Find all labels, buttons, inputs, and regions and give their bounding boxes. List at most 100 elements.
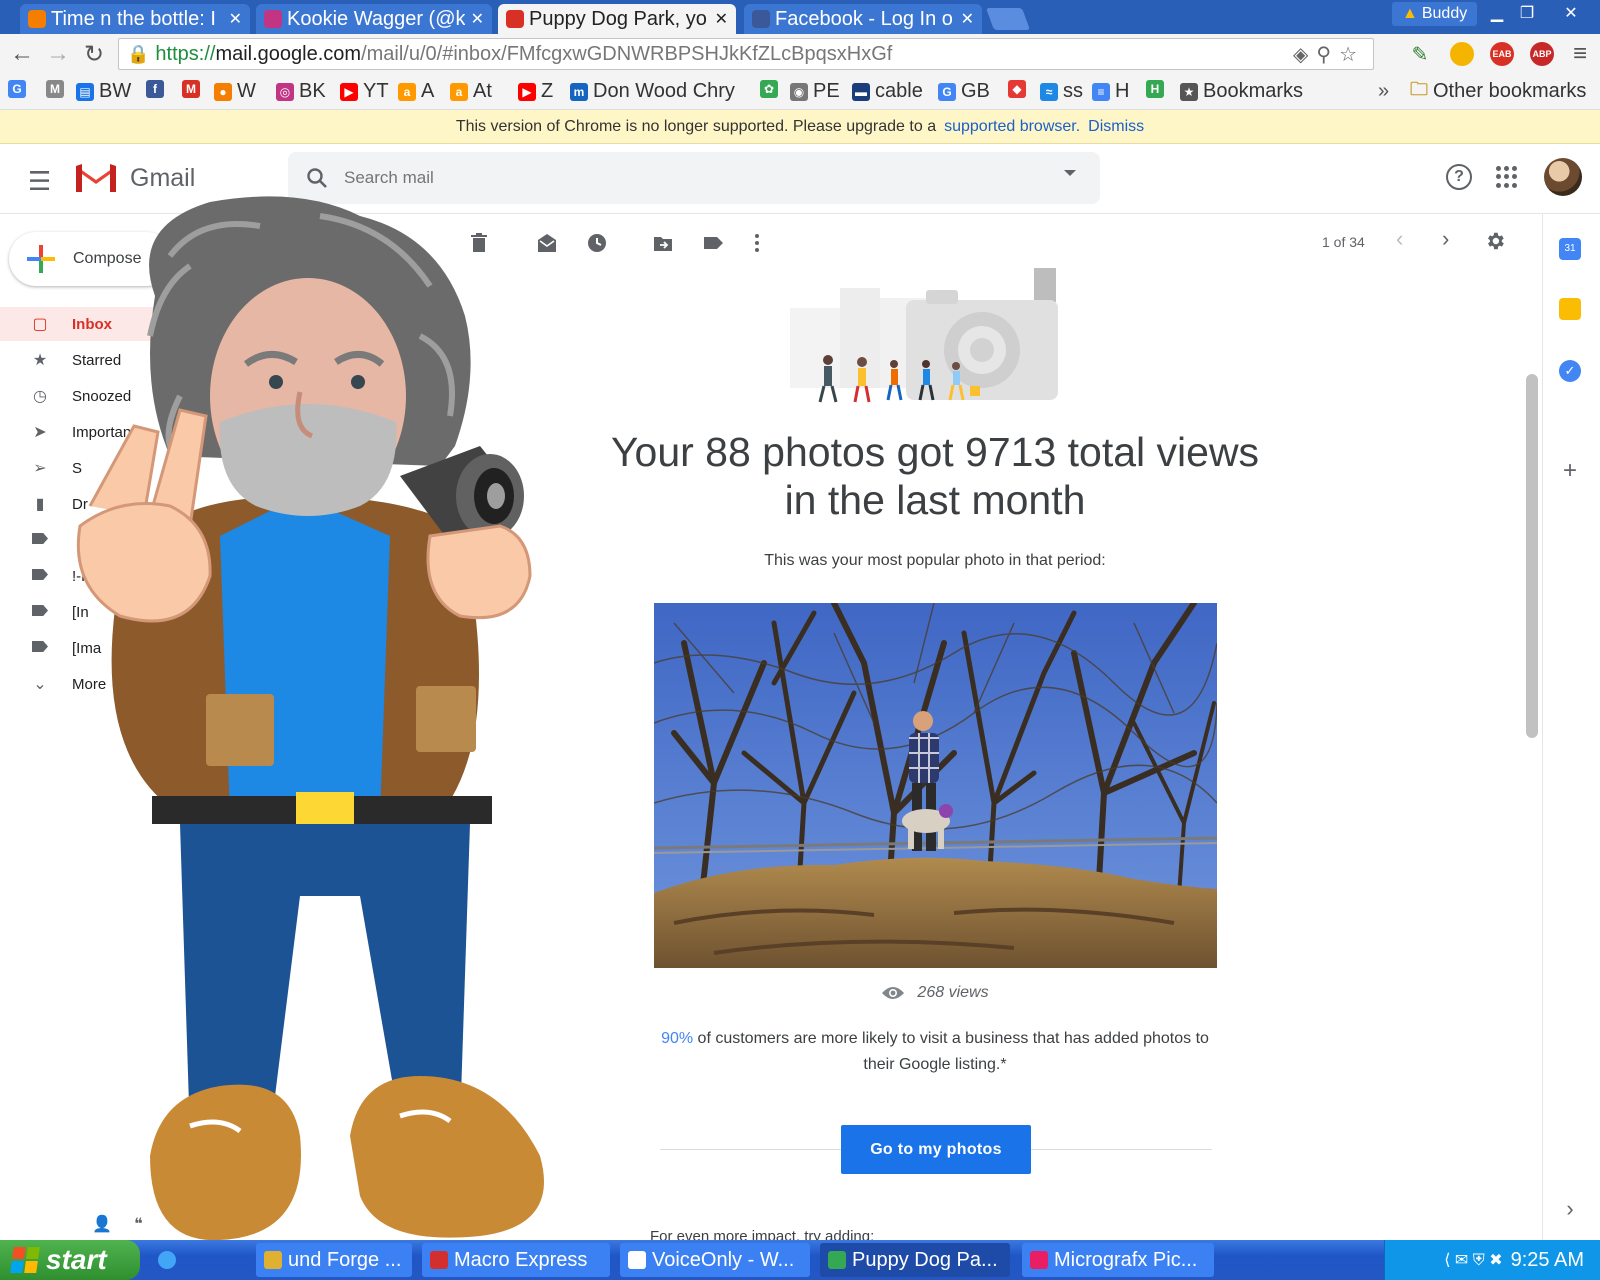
bookmark-favicon-icon: ▤ bbox=[76, 82, 94, 101]
bookmark-item[interactable]: ≡ H bbox=[1092, 80, 1129, 103]
eyedropper-extension-icon[interactable]: ✎ bbox=[1408, 42, 1432, 66]
supported-browser-link[interactable]: supported browser. bbox=[944, 118, 1080, 136]
bookmark-item[interactable]: H bbox=[1146, 80, 1169, 98]
taskbar-button[interactable]: und Forge ... bbox=[256, 1243, 412, 1277]
label-icon bbox=[30, 603, 50, 621]
tasks-icon[interactable]: ✓ bbox=[1559, 360, 1581, 382]
taskbar-button-label: Puppy Dog Pa... bbox=[852, 1248, 998, 1271]
scrollbar[interactable] bbox=[1526, 374, 1538, 738]
restore-window-button[interactable]: ❐ bbox=[1512, 2, 1542, 24]
bookmark-item[interactable]: G GB bbox=[938, 80, 990, 103]
bookmark-item[interactable]: ▶ YT bbox=[340, 80, 389, 103]
bookmark-item[interactable]: ◎ BK bbox=[276, 80, 326, 103]
browser-tab[interactable]: Kookie Wagger (@k ✕ bbox=[256, 4, 492, 34]
other-bookmarks[interactable]: 🗀 Other bookmarks bbox=[1410, 79, 1586, 103]
extension-icon[interactable] bbox=[1450, 42, 1474, 66]
bookmark-item[interactable]: ◆ bbox=[1008, 80, 1031, 98]
quick-launch-ie-icon[interactable] bbox=[150, 1243, 246, 1277]
bookmark-item[interactable]: M bbox=[46, 80, 69, 98]
bookmark-item[interactable]: ▤ BW bbox=[76, 80, 131, 103]
close-tab-icon[interactable]: ✕ bbox=[715, 9, 728, 29]
eab-extension-icon[interactable]: EAB bbox=[1490, 42, 1514, 66]
bookmark-item[interactable]: a At bbox=[450, 80, 492, 103]
bookmark-item[interactable]: ✿ bbox=[760, 80, 783, 98]
expand-panel-chevron-icon[interactable]: › bbox=[1559, 1198, 1581, 1220]
taskbar-button-label: Micrografx Pic... bbox=[1054, 1248, 1198, 1271]
close-tab-icon[interactable]: ✕ bbox=[229, 9, 242, 29]
taskbar-button[interactable]: Puppy Dog Pa... bbox=[820, 1243, 1010, 1277]
bookmark-item[interactable]: ▶ Z bbox=[518, 80, 553, 103]
taskbar-button[interactable]: VoiceOnly - W... bbox=[620, 1243, 810, 1277]
bookmark-item[interactable]: G bbox=[8, 80, 31, 98]
tray-icons[interactable]: ⟨ ✉ ⛨ ✖ bbox=[1444, 1250, 1502, 1270]
avatar[interactable] bbox=[1544, 158, 1582, 196]
google-apps-icon[interactable] bbox=[1496, 166, 1518, 188]
browser-tab[interactable]: Time n the bottle: I ✕ bbox=[20, 4, 250, 34]
browser-tab-active[interactable]: Puppy Dog Park, yo ✕ bbox=[498, 4, 736, 34]
zoom-icon[interactable]: ⚲ bbox=[1316, 44, 1339, 66]
bookmark-item[interactable]: ★ Bookmarks bbox=[1180, 80, 1303, 103]
bookmark-favicon-icon: f bbox=[146, 80, 164, 98]
minimize-window-button[interactable]: ▁ bbox=[1482, 2, 1512, 24]
taskbar-button-label: VoiceOnly - W... bbox=[652, 1248, 795, 1271]
more-options-icon[interactable] bbox=[746, 232, 768, 254]
bookmarks-overflow-button[interactable]: » bbox=[1378, 80, 1389, 103]
snooze-icon[interactable] bbox=[586, 232, 608, 254]
bookmark-item[interactable]: ◉ PE bbox=[790, 80, 840, 103]
bookmark-item[interactable]: ≈ ss bbox=[1040, 80, 1083, 103]
address-bar[interactable]: 🔒 https:// mail.google.com /mail/u/0/#in… bbox=[118, 38, 1374, 70]
browser-tab[interactable]: Facebook - Log In o ✕ bbox=[744, 4, 982, 34]
listing-statistic: 90% of customers are more likely to visi… bbox=[660, 1026, 1210, 1078]
new-tab-button[interactable] bbox=[985, 8, 1031, 30]
settings-gear-icon[interactable] bbox=[1484, 230, 1506, 252]
keep-icon[interactable] bbox=[1559, 298, 1581, 320]
bookmark-label: BW bbox=[99, 80, 132, 102]
bookmark-item[interactable]: ● W bbox=[214, 80, 256, 103]
taskbar-button[interactable]: Micrografx Pic... bbox=[1022, 1243, 1214, 1277]
star-icon: ★ bbox=[32, 352, 48, 369]
start-button[interactable]: start bbox=[0, 1240, 140, 1280]
help-icon[interactable]: ? bbox=[1446, 164, 1472, 190]
bookmark-item[interactable]: f bbox=[146, 80, 169, 98]
bookmark-favicon-icon: ▶ bbox=[340, 82, 358, 101]
taskbar-app-icon bbox=[430, 1251, 448, 1269]
adblock-plus-icon[interactable]: ABP bbox=[1530, 42, 1554, 66]
bookmark-item[interactable]: M bbox=[182, 80, 205, 98]
search-icon[interactable] bbox=[306, 167, 328, 189]
main-menu-icon[interactable]: ☰ bbox=[28, 166, 51, 197]
forward-button[interactable]: → bbox=[44, 40, 72, 68]
important-icon: ➤ bbox=[33, 424, 47, 441]
bookmark-item[interactable]: ▬ cable bbox=[852, 80, 923, 103]
reload-button[interactable]: ↻ bbox=[80, 40, 108, 69]
bookmark-star-icon[interactable]: ☆ bbox=[1339, 44, 1365, 66]
profile-button[interactable]: ▲ Buddy bbox=[1392, 2, 1478, 26]
search-input[interactable] bbox=[344, 168, 1024, 188]
system-tray: ⟨ ✉ ⛨ ✖ 9:25 AM bbox=[1384, 1240, 1600, 1280]
close-window-button[interactable]: ✕ bbox=[1556, 2, 1586, 24]
translate-icon[interactable]: ◈ bbox=[1293, 44, 1316, 66]
close-tab-icon[interactable]: ✕ bbox=[961, 9, 974, 29]
back-button[interactable]: ← bbox=[8, 40, 36, 68]
url-scheme: https:// bbox=[155, 42, 216, 65]
browser-tab-strip: Time n the bottle: I ✕ Kookie Wagger (@k… bbox=[0, 0, 1600, 34]
url-host: mail.google.com bbox=[215, 42, 362, 65]
go-to-my-photos-button[interactable]: Go to my photos bbox=[841, 1125, 1031, 1174]
bookmark-favicon-icon: ◎ bbox=[276, 82, 294, 101]
newer-chevron-icon[interactable]: ‹ bbox=[1396, 226, 1403, 252]
bookmark-item[interactable]: aA bbox=[398, 80, 434, 103]
chrome-menu-icon[interactable]: ≡ bbox=[1566, 40, 1594, 68]
dismiss-link[interactable]: Dismiss bbox=[1088, 118, 1144, 136]
bookmark-favicon-icon: G bbox=[938, 82, 956, 101]
taskbar-button[interactable]: Macro Express bbox=[422, 1243, 610, 1277]
bookmark-item[interactable]: m Don Wood Chry bbox=[570, 80, 735, 103]
search-options-icon[interactable] bbox=[1064, 170, 1076, 176]
stat-percent: 90% bbox=[661, 1030, 694, 1047]
close-tab-icon[interactable]: ✕ bbox=[471, 9, 484, 29]
move-to-icon[interactable] bbox=[652, 232, 674, 254]
bookmark-favicon-icon: ≡ bbox=[1092, 82, 1110, 101]
labels-icon[interactable] bbox=[702, 232, 724, 254]
older-chevron-icon[interactable]: › bbox=[1442, 226, 1449, 252]
calendar-icon[interactable]: 31 bbox=[1559, 238, 1581, 260]
bookmark-favicon-icon: ◉ bbox=[790, 82, 808, 101]
add-on-plus-icon[interactable]: + bbox=[1559, 459, 1581, 483]
